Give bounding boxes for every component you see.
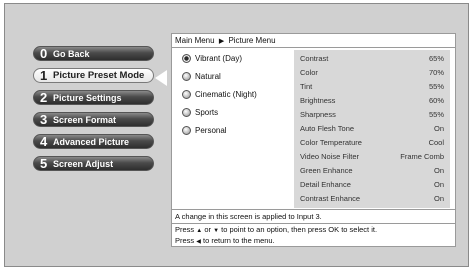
setting-name: Contrast Enhance	[300, 194, 361, 203]
selection-pointer-icon	[155, 70, 167, 86]
setting-value: 60%	[428, 96, 444, 105]
breadcrumb-arrow-icon: ▶	[218, 38, 225, 45]
setting-name: Color Temperature	[300, 138, 362, 147]
divider	[172, 47, 455, 48]
picture-settings-button[interactable]: 2 Picture Settings	[33, 90, 154, 105]
setting-row: Contrast 65%	[300, 53, 444, 65]
go-back-button[interactable]: 0 Go Back	[33, 46, 154, 61]
menu-label: Screen Format	[53, 115, 117, 125]
setting-value: 55%	[428, 82, 444, 91]
setting-value: Frame Comb	[400, 152, 444, 161]
setting-row: Sharpness 55%	[300, 109, 444, 121]
menu-label: Go Back	[53, 49, 90, 59]
setting-value: 55%	[428, 110, 444, 119]
advanced-picture-button[interactable]: 4 Advanced Picture	[33, 134, 154, 149]
setting-value: 65%	[428, 54, 444, 63]
help-text-part: or	[204, 225, 211, 234]
setting-row: Auto Flesh Tone On	[300, 123, 444, 135]
menu-number: 2	[40, 90, 48, 105]
setting-row: Detail Enhance On	[300, 179, 444, 191]
setting-value: Cool	[428, 138, 444, 147]
preset-label: Natural	[195, 72, 221, 81]
divider	[172, 223, 455, 224]
setting-name: Sharpness	[300, 110, 336, 119]
menu-label: Picture Preset Mode	[53, 70, 145, 81]
help-line-2: Press ◀ to return to the menu.	[175, 236, 377, 247]
menu-label: Picture Settings	[53, 93, 122, 103]
input-note: A change in this screen is applied to In…	[175, 212, 322, 221]
breadcrumb-current: Picture Menu	[228, 36, 276, 45]
setting-name: Video Noise Filter	[300, 152, 360, 161]
setting-row: Contrast Enhance On	[300, 193, 444, 205]
menu-label: Screen Adjust	[53, 159, 114, 169]
preset-label: Personal	[195, 126, 227, 135]
breadcrumb: Main Menu ▶ Picture Menu	[175, 36, 276, 45]
help-text-part: Press	[175, 236, 195, 245]
setting-row: Tint 55%	[300, 81, 444, 93]
preset-label: Vibrant (Day)	[195, 54, 242, 63]
screen-adjust-button[interactable]: 5 Screen Adjust	[33, 156, 154, 171]
up-arrow-icon: ▲	[196, 228, 203, 234]
help-text: Press ▲ or ▼ to point to an option, then…	[175, 225, 377, 247]
divider	[172, 209, 455, 210]
setting-name: Tint	[300, 82, 313, 91]
setting-value: On	[433, 124, 444, 133]
setting-value: On	[433, 180, 444, 189]
setting-value: 70%	[428, 68, 444, 77]
radio-icon	[182, 90, 191, 99]
radio-icon	[182, 72, 191, 81]
menu-label: Advanced Picture	[53, 137, 130, 147]
setting-name: Auto Flesh Tone	[300, 124, 355, 133]
tv-menu-screen: 0 Go Back 1 Picture Preset Mode 2 Pictur…	[4, 3, 469, 267]
setting-value: On	[433, 166, 444, 175]
down-arrow-icon: ▼	[213, 228, 220, 234]
setting-name: Brightness	[300, 96, 336, 105]
help-text-part: Press	[175, 225, 195, 234]
radio-checked-icon	[182, 54, 191, 63]
menu-number: 1	[40, 68, 48, 83]
setting-name: Green Enhance	[300, 166, 353, 175]
menu-number: 5	[40, 156, 48, 171]
setting-value: On	[433, 194, 444, 203]
menu-number: 3	[40, 112, 48, 127]
setting-row: Video Noise Filter Frame Comb	[300, 151, 444, 163]
menu-number: 4	[40, 134, 48, 149]
breadcrumb-root: Main Menu	[175, 36, 215, 45]
help-text-part: to return to the menu.	[202, 236, 275, 245]
preset-label: Sports	[195, 108, 219, 117]
picture-menu-panel: Main Menu ▶ Picture Menu Vibrant (Day) N…	[171, 33, 456, 247]
setting-name: Detail Enhance	[300, 180, 351, 189]
setting-row: Color 70%	[300, 67, 444, 79]
help-text-part: to point to an option, then press OK to …	[221, 225, 378, 234]
setting-row: Brightness 60%	[300, 95, 444, 107]
setting-row: Green Enhance On	[300, 165, 444, 177]
setting-name: Color	[300, 68, 318, 77]
radio-icon	[182, 108, 191, 117]
menu-number: 0	[40, 46, 48, 61]
preset-label: Cinematic (Night)	[195, 90, 257, 99]
screen-format-button[interactable]: 3 Screen Format	[33, 112, 154, 127]
left-arrow-icon: ◀	[196, 239, 201, 245]
picture-preset-mode-button[interactable]: 1 Picture Preset Mode	[33, 68, 154, 83]
settings-summary: Contrast 65% Color 70% Tint 55% Brightne…	[294, 50, 450, 208]
radio-icon	[182, 126, 191, 135]
help-line-1: Press ▲ or ▼ to point to an option, then…	[175, 225, 377, 236]
setting-name: Contrast	[300, 54, 329, 63]
setting-row: Color Temperature Cool	[300, 137, 444, 149]
